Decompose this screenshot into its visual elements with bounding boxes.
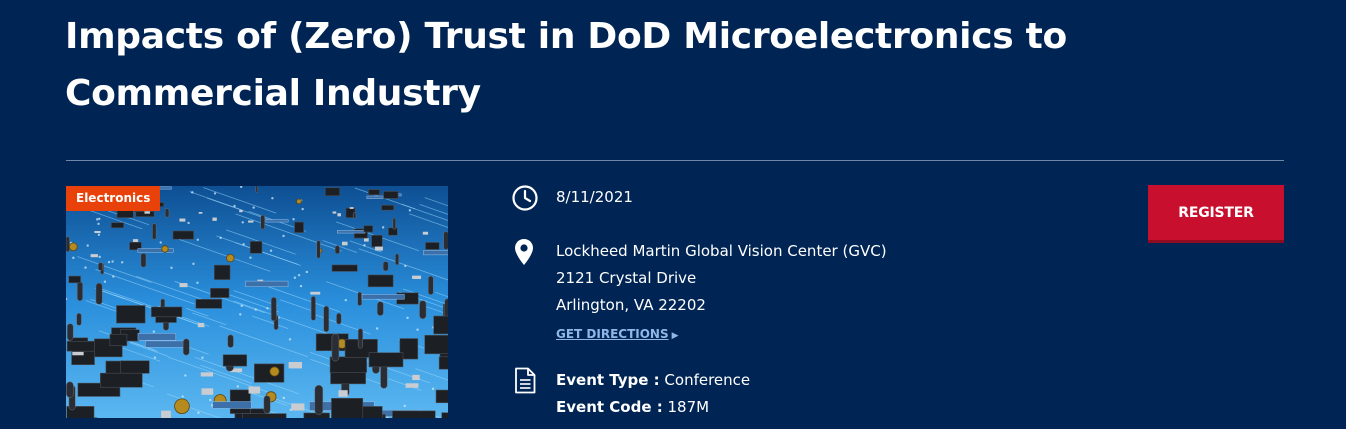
event-code-value: 187M	[667, 398, 710, 416]
category-tag[interactable]: Electronics	[66, 186, 161, 211]
triangle-right-icon: ▶	[671, 331, 679, 341]
section-divider	[66, 160, 1284, 161]
event-code: Event Code : 187M	[556, 394, 709, 421]
clock-icon	[512, 185, 538, 211]
map-pin-icon	[515, 239, 533, 265]
circuit-board-image	[66, 186, 448, 418]
event-title: Impacts of (Zero) Trust in DoD Microelec…	[65, 16, 1067, 114]
event-type-label: Event Type :	[556, 371, 660, 389]
event-code-label: Event Code :	[556, 398, 663, 416]
venue-street: 2121 Crystal Drive	[556, 269, 697, 287]
event-type: Event Type : Conference	[556, 367, 750, 394]
event-type-value: Conference	[664, 371, 751, 389]
event-date: 8/11/2021	[556, 188, 633, 206]
venue-city: Arlington, VA 22202	[556, 296, 706, 314]
document-icon	[515, 367, 536, 394]
venue-name: Lockheed Martin Global Vision Center (GV…	[556, 242, 887, 260]
register-button[interactable]: REGISTER	[1148, 185, 1284, 243]
get-directions-link[interactable]: GET DIRECTIONS ▶	[556, 326, 679, 344]
get-directions-label: GET DIRECTIONS	[556, 327, 669, 341]
event-image	[66, 186, 448, 418]
